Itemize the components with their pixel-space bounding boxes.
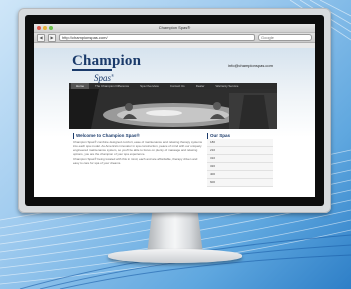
close-icon[interactable] bbox=[37, 26, 41, 30]
spa-list-item[interactable]: 600 bbox=[207, 179, 273, 187]
browser-title-bar: Champion Spas® bbox=[34, 24, 315, 33]
spa-list-item[interactable]: 310 bbox=[207, 155, 273, 163]
spa-list-item[interactable]: 320 bbox=[207, 163, 273, 171]
monitor-bezel: Champion Spas® ◀ ▶ http://championspas.c… bbox=[25, 15, 324, 206]
monitor: Champion Spas® ◀ ▶ http://championspas.c… bbox=[18, 8, 331, 213]
hot-tub-photo bbox=[69, 89, 277, 129]
welcome-paragraph-1: Champion Spas® combine designed comfort,… bbox=[73, 140, 202, 156]
welcome-section: Welcome to Champion Spas® Champion Spas®… bbox=[73, 133, 203, 165]
content-area: Welcome to Champion Spas® Champion Spas®… bbox=[69, 133, 277, 197]
our-spas-section: Our Spas 180 210 310 320 400 600 bbox=[207, 133, 273, 187]
logo-wordmark-top: Champion bbox=[72, 53, 142, 69]
monitor-stand bbox=[147, 213, 203, 251]
spa-list-item[interactable]: 180 bbox=[207, 139, 273, 147]
site-logo[interactable]: Champion Spas® bbox=[72, 54, 141, 83]
maximize-icon[interactable] bbox=[49, 26, 53, 30]
web-page: Champion Spas® info@championspas.com Hom… bbox=[34, 48, 315, 197]
browser-toolbar: ◀ ▶ http://championspas.com/ Google bbox=[34, 33, 315, 43]
spa-list-item[interactable]: 400 bbox=[207, 171, 273, 179]
welcome-heading: Welcome to Champion Spas® bbox=[73, 133, 203, 139]
site-container: Champion Spas® info@championspas.com Hom… bbox=[69, 48, 277, 197]
logo-wordmark-bottom: Spas® bbox=[94, 73, 115, 83]
contact-email-link[interactable]: info@championspas.com bbox=[228, 63, 273, 68]
spa-list-item[interactable]: 210 bbox=[207, 147, 273, 155]
search-field[interactable]: Google bbox=[258, 34, 312, 41]
welcome-paragraph-2: Champion Spas® being located with this i… bbox=[73, 157, 198, 165]
window-title: Champion Spas® bbox=[158, 25, 191, 30]
forward-button[interactable]: ▶ bbox=[48, 33, 56, 42]
minimize-icon[interactable] bbox=[43, 26, 47, 30]
hero-image bbox=[69, 89, 277, 129]
browser-window: Champion Spas® ◀ ▶ http://championspas.c… bbox=[34, 24, 315, 197]
back-button[interactable]: ◀ bbox=[37, 33, 45, 42]
address-bar[interactable]: http://championspas.com/ bbox=[59, 34, 255, 41]
monitor-base bbox=[108, 249, 242, 263]
window-controls bbox=[37, 26, 53, 30]
